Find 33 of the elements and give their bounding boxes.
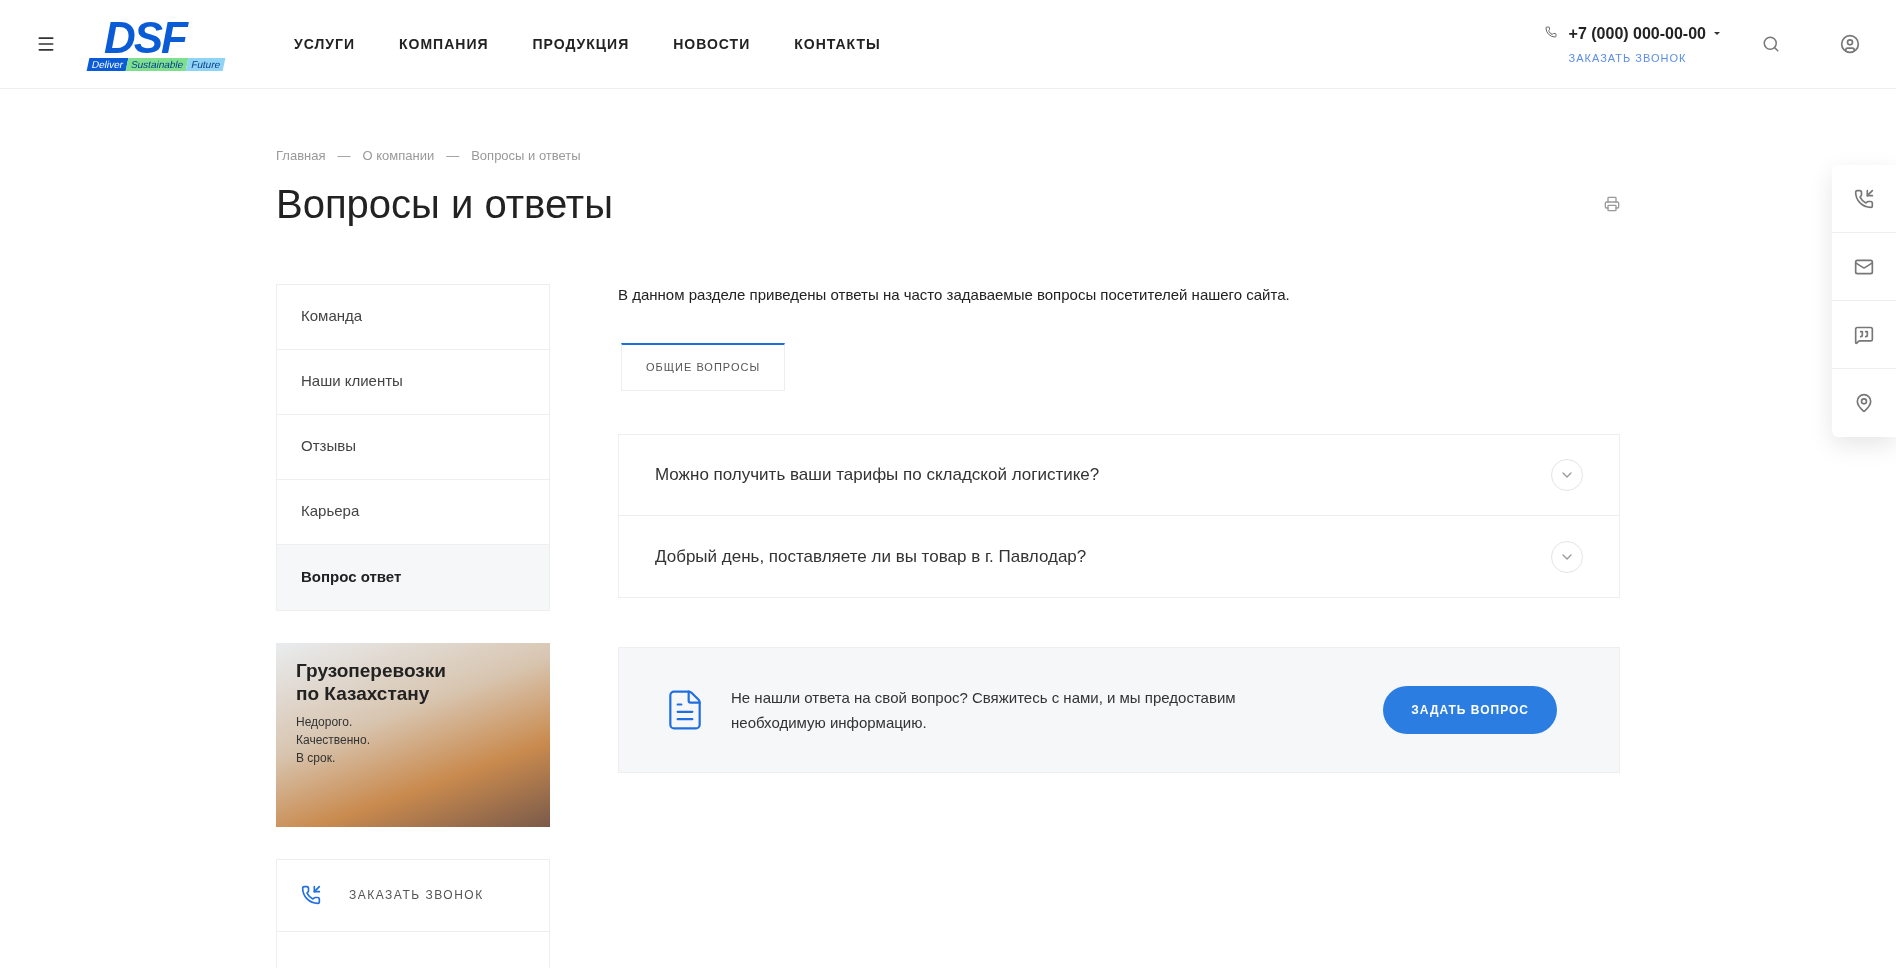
chat-icon[interactable] (1854, 324, 1874, 345)
banner-text: Качественно. (296, 731, 371, 749)
banner-text: В срок. (296, 749, 337, 767)
breadcrumb-separator: — (337, 147, 351, 165)
logo[interactable]: DSF Deliver Sustainable Future (88, 17, 250, 71)
breadcrumb-separator: — (446, 147, 460, 165)
phone-number[interactable]: +7 (000) 000-00-00 (1568, 21, 1706, 46)
breadcrumb-current: Вопросы и ответы (471, 147, 581, 165)
banner-text: Недорого. (296, 713, 354, 731)
tab[interactable]: ОБЩИЕ ВОПРОСЫ (621, 343, 786, 391)
menu-icon[interactable] (36, 34, 56, 54)
nav-link[interactable]: ПРОДУКЦИЯ (532, 33, 630, 55)
phone-icon (301, 885, 321, 905)
search-icon[interactable] (1762, 35, 1780, 53)
banner-title: Грузоперевозки по Казахстану (296, 658, 447, 705)
nav-link[interactable]: УСЛУГИ (294, 33, 355, 55)
user-icon[interactable] (1840, 34, 1860, 54)
nav-link[interactable]: НОВОСТИ (673, 33, 751, 55)
intro-text: В данном разделе приведены ответы на часто задаваемые вопросы посетителей нашего сайта. (618, 284, 1291, 305)
faq-item[interactable]: Добрый день, поставляете ли вы товар в г. Павлодар? (619, 516, 1619, 597)
phone-icon (1544, 25, 1557, 38)
banner-background[interactable]: Грузоперевозки по Казахстану Недорого. Качественно. В срок. (276, 642, 550, 827)
nav-link[interactable]: КОМПАНИЯ (399, 33, 489, 55)
caret-icon[interactable] (1714, 32, 1720, 36)
ask-question-button[interactable]: ЗАДАТЬ ВОПРОС (1383, 686, 1557, 734)
page-title: Вопросы и ответы (276, 180, 613, 228)
nav-link[interactable]: КОНТАКТЫ (794, 33, 881, 55)
callout-text: Не нашли ответа на свой вопрос? Свяжитесь с нами, и мы предоставим необходимую информацию. (731, 688, 1237, 733)
phone-icon[interactable] (1854, 188, 1874, 209)
sidebar-item[interactable]: Вопрос ответ (277, 544, 549, 610)
print-icon[interactable] (1604, 195, 1620, 212)
faq-item[interactable]: Можно получить ваши тарифы по складской логистике? (619, 435, 1619, 516)
location-pin-icon[interactable] (1854, 393, 1874, 413)
